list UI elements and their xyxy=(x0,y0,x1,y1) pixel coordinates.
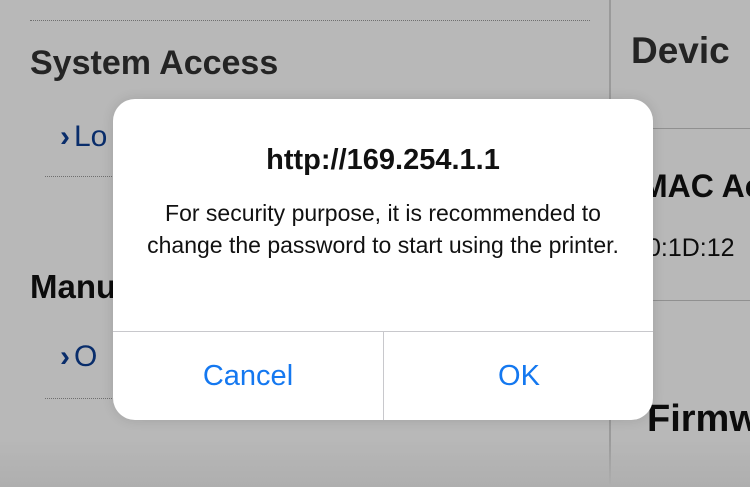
alert-dialog: http://169.254.1.1 For security purpose,… xyxy=(113,99,653,420)
alert-title: http://169.254.1.1 xyxy=(266,144,500,176)
alert-message: For security purpose, it is recommended … xyxy=(147,200,619,258)
screen: System Access ›Lo Manu ›O Devic MAC Ac 0… xyxy=(0,0,750,487)
ok-button[interactable]: OK xyxy=(384,332,653,420)
cancel-button[interactable]: Cancel xyxy=(113,332,383,420)
